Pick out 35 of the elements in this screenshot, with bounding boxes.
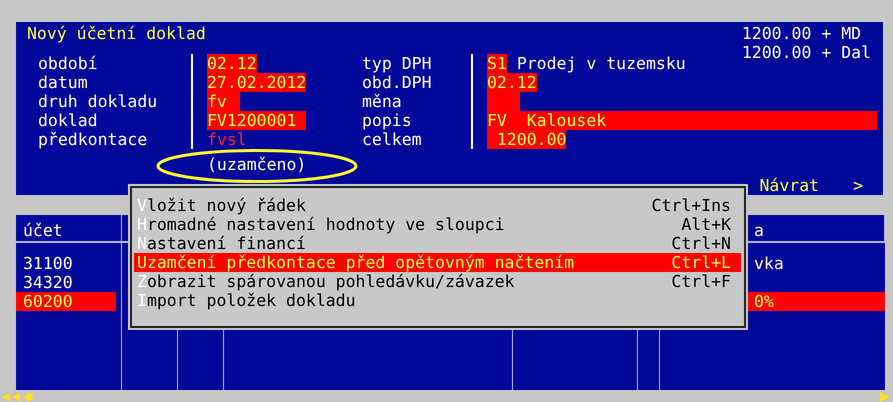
table-cell-text: 34320	[22, 273, 74, 292]
total-value: 1200.00 + Dal	[742, 43, 871, 62]
action-link[interactable]: >	[853, 176, 863, 195]
table-cell: 0%	[748, 292, 885, 311]
table-cell: 60200	[16, 292, 116, 311]
menu-item[interactable]: Uzamčení předkontace před opětovným načtením Ctrl+L	[134, 253, 741, 272]
action-link[interactable]: Návrat	[759, 176, 820, 195]
field-value[interactable]: fv	[207, 92, 240, 111]
total-value: 1200.00 + MD	[742, 24, 862, 43]
scroll-left-icon[interactable]	[2, 392, 36, 402]
field-value[interactable]: 02.12	[207, 54, 257, 73]
field-value[interactable]: 27.02.2012	[207, 73, 306, 92]
field-label: doklad	[38, 111, 99, 130]
table-cell-text: vka	[753, 254, 785, 273]
column-header: účet	[16, 215, 122, 243]
field-label: předkontace	[38, 130, 148, 149]
field-value: Prodej v tuzemsku	[516, 54, 686, 73]
window-title: Nový účetní doklad	[27, 24, 206, 45]
field-value: fvsl	[207, 130, 247, 149]
field-label: typ DPH	[362, 54, 433, 73]
scroll-right-icon[interactable]	[878, 392, 890, 402]
description-field[interactable]: FV Kalousek	[487, 111, 877, 130]
table-cell-text: 31100	[22, 254, 74, 273]
field-value[interactable]: 02.12	[487, 73, 537, 92]
field-label: celkem	[362, 130, 423, 149]
amount-field[interactable]: 1200.00	[487, 130, 566, 149]
field-label: měna	[362, 92, 403, 111]
code-field[interactable]: S1	[487, 54, 507, 73]
field-label: obd.DPH	[362, 73, 433, 92]
field-label: datum	[38, 73, 89, 92]
field-label: druh dokladu	[38, 92, 158, 111]
locked-note: (uzamčeno)	[207, 155, 308, 174]
field-value[interactable]: FV1200001	[207, 111, 306, 130]
field-label: popis	[362, 111, 413, 130]
field-label: období	[38, 54, 99, 73]
